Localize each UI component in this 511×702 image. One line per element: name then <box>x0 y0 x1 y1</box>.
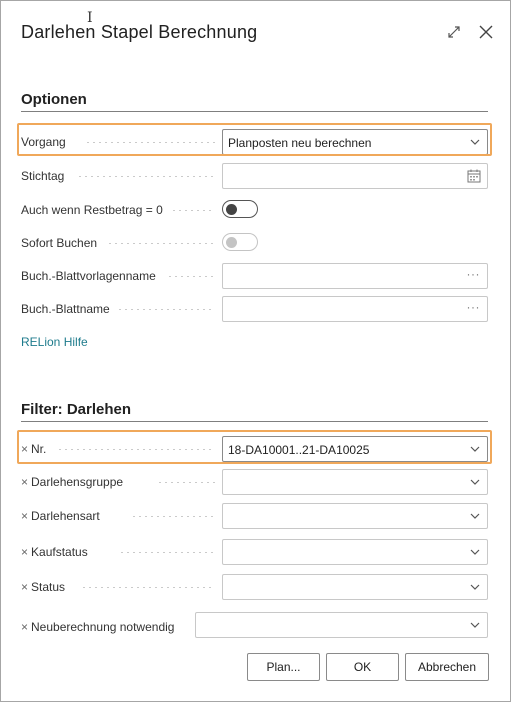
dialog-title: Darlehen Stapel Berechnung <box>21 22 258 42</box>
kaufstatus-filter-input[interactable] <box>222 539 488 565</box>
filter-label: Darlehensart <box>31 509 100 523</box>
select-value: Planposten neu berechnen <box>228 136 372 150</box>
lookup-ellipsis-icon[interactable]: ··· <box>467 267 481 281</box>
remove-filter-icon[interactable]: × <box>21 545 28 559</box>
neuberechnung-filter-input[interactable] <box>195 612 488 638</box>
filter-label: Darlehensgruppe <box>31 475 124 489</box>
field-label: × Status <box>21 580 65 594</box>
leader-dots <box>107 243 215 244</box>
status-filter-input[interactable] <box>222 574 488 600</box>
leader-dots <box>171 210 215 211</box>
leader-dots <box>167 276 215 277</box>
field-label: Sofort Buchen <box>21 236 98 250</box>
input-value: 18-DA10001..21-DA10025 <box>228 443 370 457</box>
filter-label: Kaufstatus <box>31 545 88 559</box>
leader-dots <box>81 587 215 588</box>
chevron-down-icon[interactable] <box>470 512 480 520</box>
chevron-down-icon[interactable] <box>470 478 480 486</box>
field-label: × Nr. <box>21 442 46 456</box>
field-blattname: Buch.-Blattname ··· <box>21 296 488 324</box>
filter-field-neuberechnung: × Neuberechnung notwendig <box>21 612 488 641</box>
section-title-optionen: Optionen <box>21 91 87 108</box>
filter-field-kaufstatus: × Kaufstatus <box>21 539 488 567</box>
field-vorgang: Vorgang Planposten neu berechnen <box>21 129 488 157</box>
toggle-knob <box>226 236 237 248</box>
filter-field-darlehensart: × Darlehensart <box>21 503 488 531</box>
field-label: Buch.-Blattvorlagenname <box>21 269 156 283</box>
leader-dots <box>85 142 215 143</box>
remove-filter-icon[interactable]: × <box>21 442 28 456</box>
auch-wenn-restbetrag-toggle[interactable] <box>222 200 258 218</box>
leader-dots <box>57 449 215 450</box>
filter-label: Nr. <box>31 442 47 456</box>
field-blattvorlagenname: Buch.-Blattvorlagenname ··· <box>21 263 488 291</box>
dialog-footer: Plan... OK Abbrechen <box>1 641 510 701</box>
lookup-ellipsis-icon[interactable]: ··· <box>467 300 481 314</box>
remove-filter-icon[interactable]: × <box>21 475 28 489</box>
filter-label: Status <box>31 580 66 594</box>
cancel-button[interactable]: Abbrechen <box>405 653 489 681</box>
field-label: × Kaufstatus <box>21 545 88 559</box>
toggle-knob <box>226 203 237 215</box>
stichtag-date-input[interactable] <box>222 163 488 189</box>
section-title-filter: Filter: Darlehen <box>21 401 132 418</box>
leader-dots <box>117 309 215 310</box>
relion-help-link[interactable]: RELion Hilfe <box>21 335 88 349</box>
sofort-buchen-toggle[interactable] <box>222 233 258 251</box>
chevron-down-icon[interactable] <box>470 445 480 453</box>
vorgang-select[interactable]: Planposten neu berechnen <box>222 129 488 155</box>
plan-button[interactable]: Plan... <box>247 653 320 681</box>
field-label: Stichtag <box>21 169 65 183</box>
field-label: Vorgang <box>21 135 66 149</box>
filter-field-darlehensgruppe: × Darlehensgruppe <box>21 469 488 497</box>
chevron-down-icon <box>470 139 480 145</box>
blattvorlagenname-input[interactable]: ··· <box>222 263 488 289</box>
nr-filter-input[interactable]: 18-DA10001..21-DA10025 <box>222 436 488 462</box>
field-label: × Darlehensart <box>21 509 100 523</box>
chevron-down-icon[interactable] <box>470 621 480 629</box>
section-divider <box>21 421 488 422</box>
expand-icon[interactable] <box>443 21 465 43</box>
field-sofort-buchen: Sofort Buchen <box>21 230 488 258</box>
blattname-input[interactable]: ··· <box>222 296 488 322</box>
darlehensgruppe-filter-input[interactable] <box>222 469 488 495</box>
chevron-down-icon[interactable] <box>470 583 480 591</box>
remove-filter-icon[interactable]: × <box>21 620 28 634</box>
field-stichtag: Stichtag <box>21 163 488 191</box>
section-divider <box>21 111 488 112</box>
close-icon[interactable] <box>475 21 497 43</box>
remove-filter-icon[interactable]: × <box>21 580 28 594</box>
leader-dots <box>131 516 215 517</box>
leader-dots <box>157 482 215 483</box>
calendar-icon[interactable] <box>467 169 481 183</box>
ok-button[interactable]: OK <box>326 653 399 681</box>
chevron-down-icon[interactable] <box>470 548 480 556</box>
field-label: Buch.-Blattname <box>21 302 110 316</box>
remove-filter-icon[interactable]: × <box>21 509 28 523</box>
filter-field-nr: × Nr. 18-DA10001..21-DA10025 <box>21 436 488 464</box>
field-label: × Darlehensgruppe <box>21 475 123 489</box>
leader-dots <box>119 552 215 553</box>
filter-field-status: × Status <box>21 574 488 602</box>
filter-label: Neuberechnung notwendig <box>31 620 175 634</box>
batch-calculation-dialog: I Darlehen Stapel Berechnung Optionen Vo… <box>0 0 511 702</box>
darlehensart-filter-input[interactable] <box>222 503 488 529</box>
field-auch-wenn-restbetrag: Auch wenn Restbetrag = 0 <box>21 197 488 225</box>
field-label: × Neuberechnung notwendig <box>21 620 174 634</box>
dialog-content: Optionen Vorgang Planposten neu berechne… <box>1 61 510 641</box>
leader-dots <box>77 176 215 177</box>
field-label: Auch wenn Restbetrag = 0 <box>21 203 163 217</box>
